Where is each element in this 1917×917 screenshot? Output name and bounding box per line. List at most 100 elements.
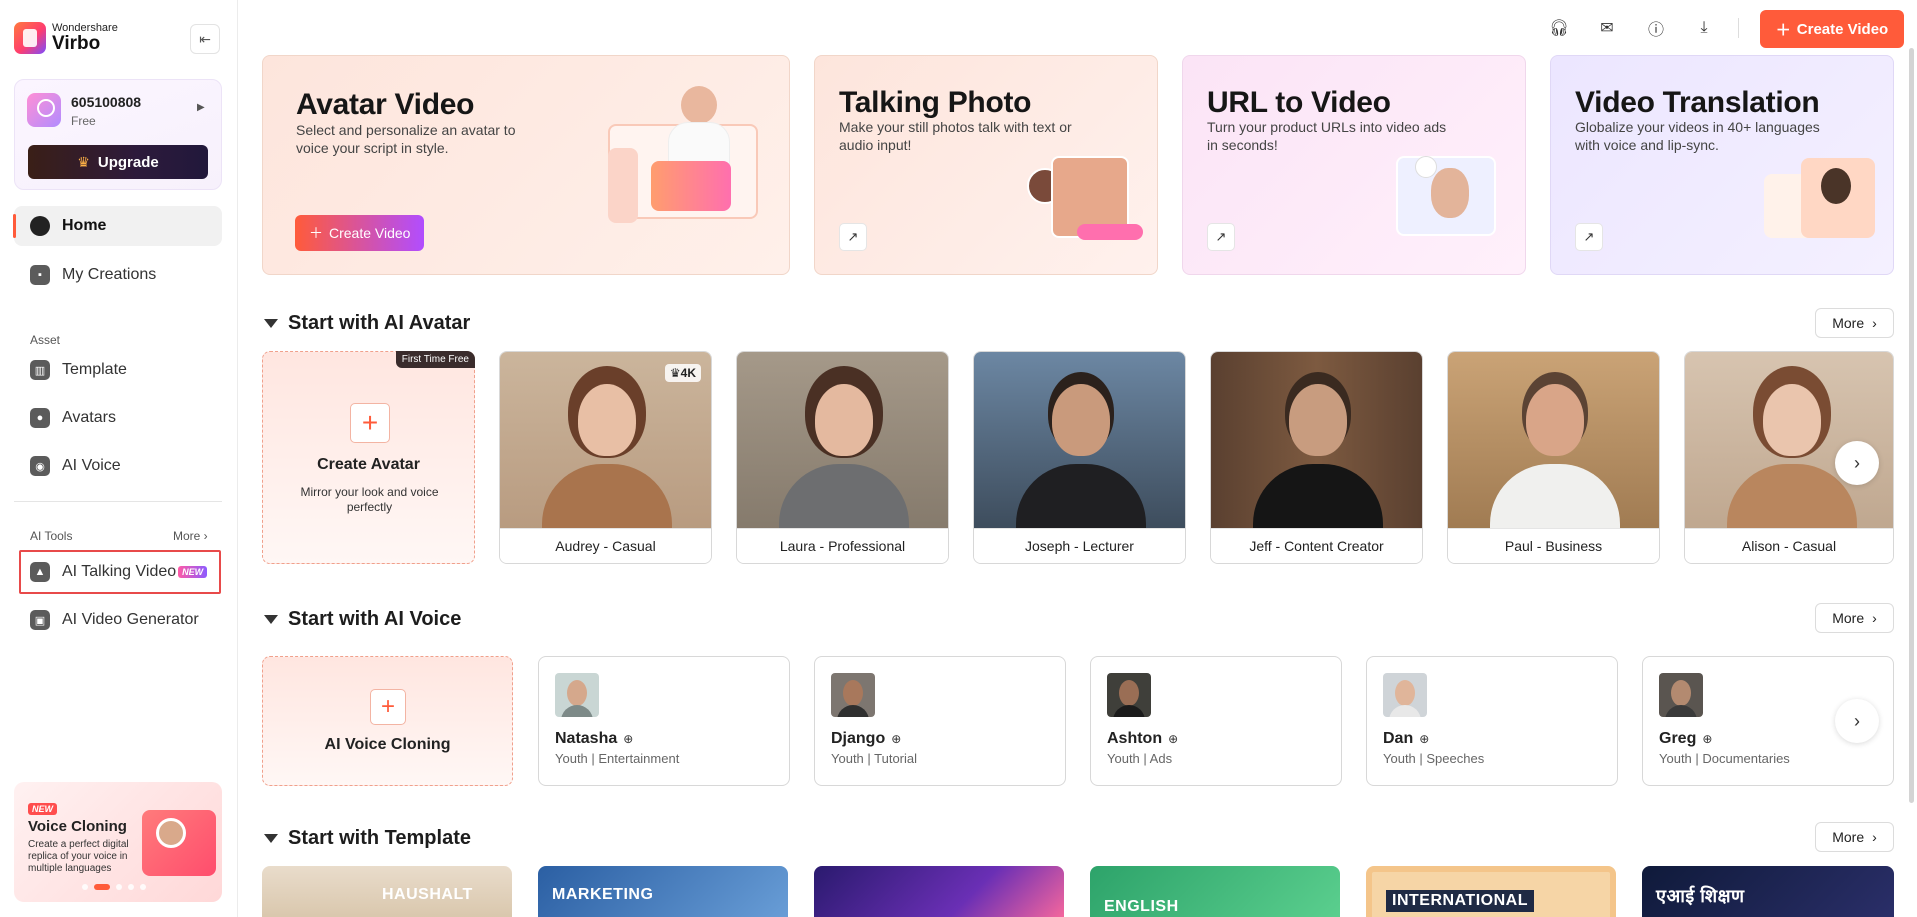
avatar-card-jeff[interactable]: Jeff - Content Creator [1210,351,1423,564]
sidebar: Wondershare Virbo ⇤ 605100808 Free ▶ ♛ U… [0,0,238,917]
more-label: More [173,529,201,543]
carousel-dot[interactable] [140,884,146,890]
voice-tag: Youth | Ads [1107,751,1173,766]
user-card[interactable]: 605100808 Free ▶ ♛ Upgrade [14,79,222,190]
chevron-right-icon: › [1872,610,1877,626]
template-card[interactable]: HAUSHALT [262,866,512,917]
page-scrollbar[interactable] [1909,48,1914,803]
video-generator-icon: ▣ [30,610,50,630]
avatar-carousel-next-icon[interactable]: › [1835,441,1879,485]
asset-section-label: Asset [30,333,61,347]
avatar-card-audrey[interactable]: ♛4K Audrey - Casual [499,351,712,564]
crown-icon: ♛ [77,153,90,170]
voice-avatar [831,673,875,717]
section-title: Start with Template [288,827,471,849]
feature-title: Talking Photo [839,86,1032,119]
headset-support-icon[interactable]: 🎧︎ [1546,15,1572,41]
voice-cloning-title: AI Voice Cloning [324,736,451,753]
avatar-card-paul[interactable]: Paul - Business [1447,351,1660,564]
open-arrow-icon[interactable]: ↗ [839,223,867,251]
globe-icon: ⊕ [1168,732,1179,746]
carousel-dots[interactable] [82,884,146,890]
promo-new-badge: NEW [28,803,57,815]
url-presenter-face [1431,168,1469,218]
brand-logo[interactable]: Wondershare Virbo [14,22,118,54]
voice-cloning-promo-banner[interactable]: NEW Voice Cloning Create a perfect digit… [14,782,222,902]
sidebar-item-label: Avatars [62,409,116,426]
create-video-button[interactable]: ＋ Create Video [1760,10,1904,48]
open-arrow-icon[interactable]: ↗ [1575,223,1603,251]
mail-icon[interactable]: ✉ [1594,15,1620,41]
help-icon[interactable]: ⓘ [1643,15,1669,41]
badge-4k-label: 4K [680,366,696,380]
template-card[interactable] [814,866,1064,917]
sidebar-item-ai-video-generator[interactable]: ▣ AI Video Generator [14,600,222,640]
sidebar-item-ai-voice[interactable]: ◉ AI Voice [14,446,222,486]
voice-more-button[interactable]: More › [1815,603,1894,633]
video-translation-card[interactable]: Video Translation Globalize your videos … [1550,55,1894,275]
sidebar-item-template[interactable]: ▥ Template [14,350,222,390]
avatar-face [1052,384,1110,456]
create-avatar-title: Create Avatar [317,456,420,473]
avatar-video-card[interactable]: Avatar Video Select and personalize an a… [262,55,790,275]
voice-carousel-next-icon[interactable]: › [1835,699,1879,743]
sidebar-item-my-creations[interactable]: ▪ My Creations [14,255,222,295]
template-more-button[interactable]: More › [1815,822,1894,852]
globe-icon: ⊕ [1419,732,1430,746]
collapse-sidebar-icon[interactable]: ⇤ [190,24,220,54]
voice-card-dan[interactable]: Dan ⊕ Youth | Speeches [1366,656,1618,786]
sidebar-item-label: Template [62,361,127,378]
url-to-video-card[interactable]: URL to Video Turn your product URLs into… [1182,55,1526,275]
section-header-ai-voice[interactable]: Start with AI Voice [264,608,461,631]
avatar-name: Jeff - Content Creator [1211,528,1422,563]
template-card[interactable]: MARKETING [538,866,788,917]
sidebar-item-label: AI Video Generator [62,611,199,628]
carousel-dot[interactable] [128,884,134,890]
upgrade-label: Upgrade [97,153,159,171]
template-card[interactable]: एआई शिक्षण [1642,866,1894,917]
sidebar-divider [14,501,222,502]
collapse-triangle-icon[interactable] [264,615,278,624]
avatar-face [1526,384,1584,456]
collapse-triangle-icon[interactable] [264,319,278,328]
promo-avatar [156,818,186,848]
create-avatar-card[interactable]: First Time Free + Create Avatar Mirror y… [262,351,475,564]
voice-card-ashton[interactable]: Ashton ⊕ Youth | Ads [1090,656,1342,786]
carousel-dot-active[interactable] [94,884,110,890]
download-icon[interactable]: ⤓ [1691,15,1717,41]
voice-tag: Youth | Documentaries [1659,751,1790,766]
selection-highlight-box [19,550,221,594]
translation-presenter-head [1821,168,1851,204]
template-card[interactable]: ENGLISH [1090,866,1340,917]
template-card[interactable]: INTERNATIONAL [1366,866,1616,917]
section-header-template[interactable]: Start with Template [264,827,471,850]
talking-photo-card[interactable]: Talking Photo Make your still photos tal… [814,55,1158,275]
voice-tag: Youth | Speeches [1383,751,1485,766]
carousel-dot[interactable] [82,884,88,890]
avatar-create-video-button[interactable]: ＋ Create Video [295,215,425,251]
sidebar-item-label: My Creations [62,266,157,283]
upgrade-button[interactable]: ♛ Upgrade [28,145,208,179]
voice-card-natasha[interactable]: Natasha ⊕ Youth | Entertainment [538,656,790,786]
sidebar-item-avatars[interactable]: ● Avatars [14,398,222,438]
feature-description: Turn your product URLs into video ads in… [1207,119,1447,153]
carousel-dot[interactable] [116,884,122,890]
voice-name: Ashton [1107,730,1163,747]
topbar-divider [1738,18,1739,38]
collapse-triangle-icon[interactable] [264,834,278,843]
template-title: INTERNATIONAL [1386,890,1534,912]
avatar-name: Paul - Business [1448,528,1659,563]
caret-right-icon[interactable]: ▶ [197,102,205,113]
avatar-more-button[interactable]: More › [1815,308,1894,338]
globe-icon: ⊕ [1702,732,1713,746]
avatar-card-joseph[interactable]: Joseph - Lecturer [973,351,1186,564]
ai-voice-cloning-card[interactable]: + AI Voice Cloning [262,656,513,786]
avatar-face [815,384,873,456]
open-arrow-icon[interactable]: ↗ [1207,223,1235,251]
section-header-ai-avatar[interactable]: Start with AI Avatar [264,312,470,335]
ai-tools-more-link[interactable]: More › [173,529,208,543]
sidebar-item-home[interactable]: Home [13,206,222,246]
voice-card-django[interactable]: Django ⊕ Youth | Tutorial [814,656,1066,786]
avatar-card-laura[interactable]: Laura - Professional [736,351,949,564]
voice-name: Greg [1659,730,1697,747]
